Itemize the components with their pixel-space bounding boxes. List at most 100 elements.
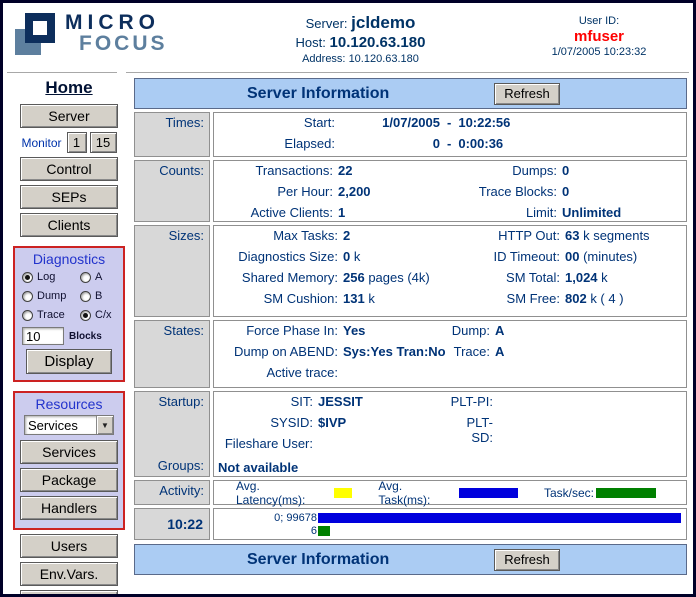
startup-row-content: SIT:JESSIT SYSID:$IVP Fileshare User: PL… <box>213 391 687 477</box>
app-window: MICRO FOCUS Server: jcldemo Host: 10.120… <box>0 0 696 597</box>
refresh-button-bottom[interactable]: Refresh <box>494 549 560 571</box>
dump-on-abend-value: Sys:Yes Tran:No <box>343 344 446 359</box>
shared-memory-value: 256 <box>343 270 365 285</box>
legend-task-sec-swatch <box>596 488 656 498</box>
legend-task-ms-swatch <box>459 488 518 498</box>
radio-a-icon[interactable] <box>80 272 91 283</box>
task-sec-bar-value: 6 <box>218 525 318 537</box>
sm-total-value: 1,024 <box>565 270 598 285</box>
radio-trace-icon[interactable] <box>22 310 33 321</box>
radio-option-dump[interactable]: Dump <box>22 290 80 302</box>
groups-value: Not available <box>218 457 682 478</box>
section-footer-banner: Server Information Refresh <box>134 544 687 575</box>
activity-chart-row: 10:22 0; 99678 6 <box>134 508 687 540</box>
states-row-label: States: <box>134 320 210 388</box>
start-date: 1/07/2005 <box>340 115 440 130</box>
user-id-label: User ID: <box>513 15 685 27</box>
http-out-value: 63 <box>565 228 579 243</box>
radio-option-log[interactable]: Log <box>22 271 80 283</box>
seps-button[interactable]: SEPs <box>20 185 118 209</box>
task-ms-bar <box>318 513 681 523</box>
envvars-button[interactable]: Env.Vars. <box>20 562 118 586</box>
radio-dump-icon[interactable] <box>22 291 33 302</box>
logo-text-line1: MICRO <box>65 12 168 33</box>
radio-option-cx[interactable]: C/x <box>80 309 124 321</box>
monitor-1-button[interactable]: 1 <box>67 132 87 153</box>
per-hour-value: 2,200 <box>338 184 371 199</box>
display-button[interactable]: Display <box>26 349 112 374</box>
force-phase-in-value: Yes <box>343 323 365 338</box>
diagnostics-size-value: 0 <box>343 249 350 264</box>
footer-title: Server Information <box>247 551 389 569</box>
sit-value: JESSIT <box>318 394 363 409</box>
counts-row: Counts: Transactions:22 Per Hour:2,200 A… <box>134 160 687 222</box>
states-row: States: Force Phase In:Yes Dump on ABEND… <box>134 320 687 388</box>
services-button[interactable]: Services <box>20 440 118 464</box>
resources-title: Resources <box>36 396 103 412</box>
start-time: 10:22:56 <box>458 115 510 130</box>
resources-panel: Resources Services ▼ Services Package Ha… <box>13 391 125 530</box>
elapsed-days: 0 <box>340 136 440 151</box>
trace-blocks-value: 0 <box>562 184 569 199</box>
radio-log-icon[interactable] <box>22 272 33 283</box>
radio-option-trace[interactable]: Trace <box>22 309 80 321</box>
task-sec-bar <box>318 526 330 536</box>
elapsed-label: Elapsed: <box>218 136 340 151</box>
host-label: Host: <box>296 35 326 50</box>
counts-row-label: Counts: <box>134 160 210 222</box>
address-value: 10.120.63.180 <box>349 53 419 65</box>
microfocus-logo-icon <box>15 11 57 55</box>
chguser-button[interactable]: Chg.User <box>20 590 118 597</box>
diagnostics-panel: Diagnostics Log A Dump <box>13 246 125 382</box>
times-row: Times: Start: 1/07/2005 - 10:22:56 Elaps… <box>134 112 687 157</box>
monitor-15-button[interactable]: 15 <box>90 132 117 153</box>
host-value: 10.120.63.180 <box>330 34 426 51</box>
resources-dropdown-value: Services <box>25 418 96 433</box>
blocks-input[interactable] <box>22 327 64 345</box>
diagnostics-radio-group: Log A Dump B <box>18 270 120 325</box>
radio-cx-icon[interactable] <box>80 310 91 321</box>
radio-option-a[interactable]: A <box>80 271 124 283</box>
handlers-button[interactable]: Handlers <box>20 496 118 520</box>
limit-value: Unlimited <box>562 205 621 220</box>
radio-option-b[interactable]: B <box>80 290 124 302</box>
states-row-content: Force Phase In:Yes Dump on ABEND:Sys:Yes… <box>213 320 687 388</box>
radio-b-icon[interactable] <box>80 291 91 302</box>
times-row-label: Times: <box>134 112 210 157</box>
sizes-row-content: Max Tasks:2 Diagnostics Size:0 k Shared … <box>213 225 687 317</box>
server-button[interactable]: Server <box>20 104 118 128</box>
times-row-content: Start: 1/07/2005 - 10:22:56 Elapsed: 0 -… <box>213 112 687 157</box>
trace-state-value: A <box>495 344 504 359</box>
section-header-banner: Server Information Refresh <box>134 78 687 109</box>
sidebar: Home Server Monitor 1 15 Control SEPs Cl… <box>11 75 127 597</box>
main-content: Server Information Refresh Times: Start:… <box>134 75 687 597</box>
max-tasks-value: 2 <box>343 228 350 243</box>
sm-cushion-value: 131 <box>343 291 365 306</box>
resources-dropdown[interactable]: Services ▼ <box>24 415 114 435</box>
task-ms-bar-value: 0; 99678 <box>218 512 318 524</box>
legend-task-ms-label: Avg. Task(ms): <box>378 479 456 507</box>
logo-text-line2: FOCUS <box>79 33 168 54</box>
microfocus-logo: MICRO FOCUS <box>3 11 208 55</box>
page-header: MICRO FOCUS Server: jcldemo Host: 10.120… <box>3 3 693 72</box>
user-id-value: mfuser <box>513 28 685 45</box>
user-identity: User ID: mfuser 1/07/2005 10:23:32 <box>513 11 693 58</box>
groups-label: Groups: <box>135 458 204 473</box>
clients-button[interactable]: Clients <box>20 213 118 237</box>
package-button[interactable]: Package <box>20 468 118 492</box>
legend-latency-label: Avg. Latency(ms): <box>236 479 332 507</box>
chevron-down-icon[interactable]: ▼ <box>96 416 113 434</box>
dump-state-value: A <box>495 323 504 338</box>
blocks-row: Blocks <box>18 327 120 345</box>
startup-row-label: Startup: Groups: <box>134 391 210 477</box>
refresh-button-top[interactable]: Refresh <box>494 83 560 105</box>
users-button[interactable]: Users <box>20 534 118 558</box>
control-button[interactable]: Control <box>20 157 118 181</box>
id-timeout-value: 00 <box>565 249 579 264</box>
activity-row-label: Activity: <box>134 480 210 505</box>
address-label: Address: <box>302 53 345 65</box>
startup-row: Startup: Groups: SIT:JESSIT SYSID:$IVP F… <box>134 391 687 477</box>
home-link[interactable]: Home <box>45 78 92 98</box>
monitor-label: Monitor <box>21 136 61 150</box>
legend-task-sec-label: Task/sec: <box>544 486 594 500</box>
